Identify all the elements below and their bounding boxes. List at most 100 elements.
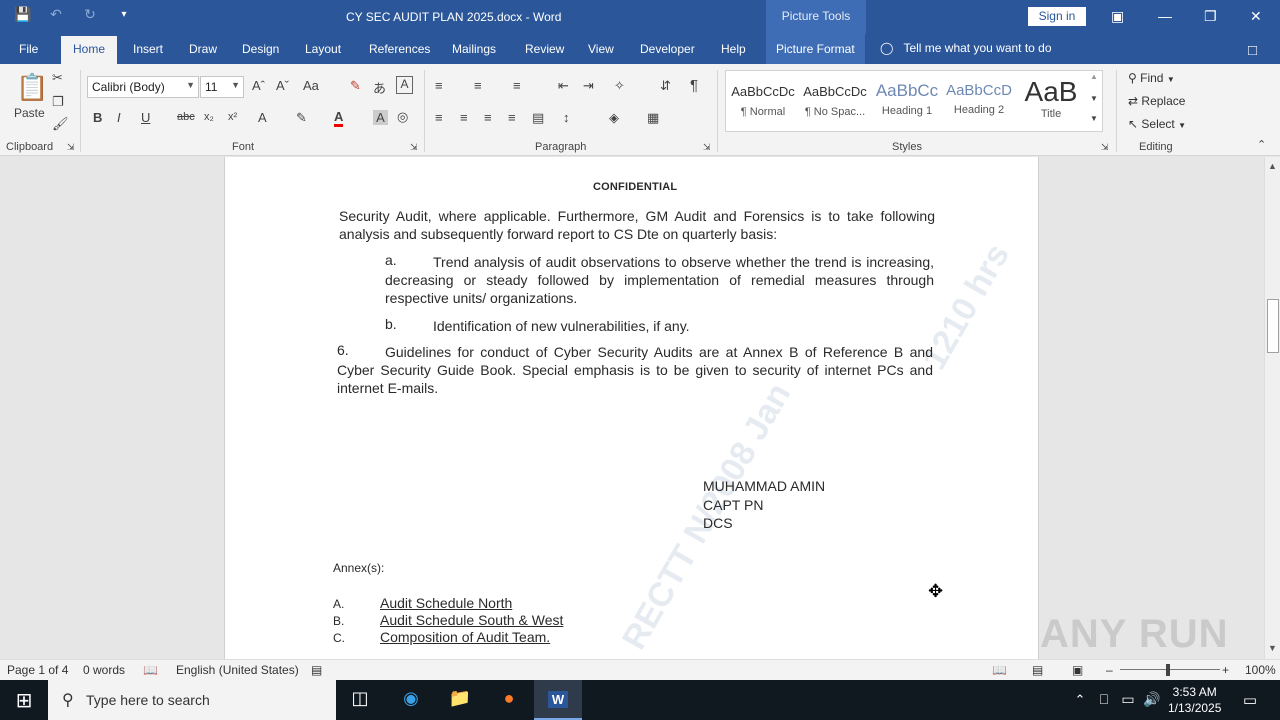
- taskbar-clock[interactable]: 3:53 AM 1/13/2025: [1168, 684, 1221, 716]
- justify-icon[interactable]: ≡: [508, 110, 516, 125]
- page-count[interactable]: Page 1 of 4: [7, 663, 68, 677]
- styles-more-icon[interactable]: ▼: [1090, 114, 1098, 123]
- comments-icon[interactable]: □: [1248, 42, 1257, 59]
- bold-icon[interactable]: B: [93, 110, 102, 125]
- numbering-icon[interactable]: ≡: [474, 78, 482, 93]
- sign-in-button[interactable]: Sign in: [1028, 7, 1086, 26]
- windows-start-icon[interactable]: ⊞: [10, 688, 38, 713]
- web-layout-icon[interactable]: ▣: [1072, 663, 1083, 677]
- align-right-icon[interactable]: ≡: [484, 110, 492, 125]
- decrease-indent-icon[interactable]: ⇤: [558, 78, 569, 94]
- shrink-font-icon[interactable]: Aˇ: [276, 78, 289, 93]
- scrollbar-thumb[interactable]: [1267, 299, 1279, 353]
- subscript-icon[interactable]: x₂: [204, 111, 214, 123]
- select-button[interactable]: ↖ Select ▼: [1128, 117, 1186, 131]
- vertical-scrollbar[interactable]: ▲ ▼: [1264, 157, 1280, 659]
- character-shading-icon[interactable]: A: [373, 110, 388, 125]
- collapse-ribbon-icon[interactable]: ⌃: [1257, 138, 1266, 151]
- close-button[interactable]: ✕: [1250, 8, 1262, 25]
- font-size-combo[interactable]: 11 ▼: [200, 76, 244, 98]
- proofing-icon[interactable]: 📖: [143, 663, 158, 677]
- grow-font-icon[interactable]: Aˆ: [252, 78, 265, 93]
- customize-qat-icon[interactable]: ▾: [116, 9, 132, 20]
- align-center-icon[interactable]: ≡: [460, 110, 468, 125]
- tab-view[interactable]: View: [588, 42, 614, 56]
- zoom-level[interactable]: 100%: [1245, 663, 1276, 677]
- tab-references[interactable]: References: [369, 42, 430, 56]
- scroll-up-icon[interactable]: ▲: [1268, 161, 1277, 171]
- text-effects-icon[interactable]: A: [258, 110, 267, 125]
- show-formatting-icon[interactable]: ¶: [690, 77, 698, 94]
- multilevel-list-icon[interactable]: ≡: [513, 78, 521, 93]
- undo-icon[interactable]: ↶: [48, 6, 64, 23]
- distributed-icon[interactable]: ▤: [532, 110, 544, 126]
- word-taskbar-icon[interactable]: W: [534, 680, 582, 720]
- redo-icon[interactable]: ↻: [82, 6, 98, 23]
- underline-icon[interactable]: U: [141, 110, 150, 125]
- style-no-spacing[interactable]: AaBbCcDc ¶ No Spac...: [801, 76, 869, 126]
- enclose-characters-icon[interactable]: ◎: [397, 109, 408, 125]
- document-page[interactable]: RECTT N/2008 Jan 1210 hrs CONFIDENTIAL S…: [224, 157, 1039, 659]
- print-layout-icon[interactable]: ▤: [1032, 663, 1043, 677]
- restore-button[interactable]: ❐: [1204, 8, 1217, 25]
- zoom-slider-thumb[interactable]: [1166, 664, 1170, 676]
- tab-developer[interactable]: Developer: [640, 42, 695, 56]
- styles-launcher-icon[interactable]: ⇲: [1101, 142, 1109, 153]
- notifications-icon[interactable]: ▭: [1236, 691, 1264, 709]
- font-launcher-icon[interactable]: ⇲: [410, 142, 418, 153]
- tab-file[interactable]: File: [19, 42, 38, 56]
- tab-picture-format[interactable]: Picture Format: [766, 34, 865, 64]
- italic-icon[interactable]: I: [117, 110, 121, 125]
- clipboard-launcher-icon[interactable]: ⇲: [67, 142, 75, 153]
- replace-button[interactable]: ⇄ Replace: [1128, 94, 1185, 108]
- change-case-icon[interactable]: Aa: [303, 78, 319, 93]
- bullets-icon[interactable]: ≡: [435, 78, 443, 93]
- format-painter-icon[interactable]: 🖌: [52, 116, 69, 132]
- read-mode-icon[interactable]: 📖: [992, 663, 1007, 677]
- volume-icon[interactable]: 🔊: [1138, 691, 1166, 708]
- style-heading-2[interactable]: AaBbCcD Heading 2: [945, 76, 1013, 126]
- tab-review[interactable]: Review: [525, 42, 564, 56]
- scroll-down-icon[interactable]: ▼: [1268, 643, 1277, 653]
- shading-icon[interactable]: ◈: [609, 110, 619, 126]
- taskbar-search[interactable]: ⚲ Type here to search: [48, 680, 336, 720]
- style-normal[interactable]: AaBbCcDc ¶ Normal: [729, 76, 797, 126]
- superscript-icon[interactable]: x²: [228, 111, 237, 123]
- font-name-combo[interactable]: Calibri (Body) ▼: [87, 76, 199, 98]
- paste-button[interactable]: Paste: [14, 106, 45, 120]
- strikethrough-icon[interactable]: abc: [177, 111, 195, 123]
- styles-scroll-down-icon[interactable]: ▼: [1090, 94, 1098, 103]
- macro-record-icon[interactable]: ▤: [311, 663, 322, 677]
- style-title[interactable]: AaB Title: [1017, 76, 1085, 126]
- line-spacing-icon[interactable]: ↕: [563, 110, 570, 125]
- language-indicator[interactable]: English (United States): [176, 663, 299, 677]
- zoom-slider[interactable]: [1120, 669, 1220, 670]
- clear-formatting-icon[interactable]: ✎: [350, 78, 361, 94]
- highlight-icon[interactable]: ✎: [296, 110, 307, 126]
- find-button[interactable]: ⚲ Find ▼: [1128, 71, 1175, 85]
- cut-icon[interactable]: ✂: [52, 70, 63, 86]
- copy-icon[interactable]: ❐: [52, 94, 64, 110]
- word-count[interactable]: 0 words: [83, 663, 125, 677]
- sort-icon[interactable]: ⇵: [660, 78, 671, 94]
- zoom-out-icon[interactable]: –: [1106, 663, 1113, 677]
- increase-indent-icon[interactable]: ⇥: [583, 78, 594, 94]
- tab-layout[interactable]: Layout: [305, 42, 341, 56]
- tab-draw[interactable]: Draw: [189, 42, 217, 56]
- character-border-icon[interactable]: A: [396, 76, 413, 94]
- styles-scroll-up-icon[interactable]: ▲: [1090, 72, 1098, 81]
- font-color-icon[interactable]: A: [334, 109, 344, 127]
- tab-help[interactable]: Help: [721, 42, 746, 56]
- task-view-icon[interactable]: ◫: [346, 688, 374, 709]
- paragraph-launcher-icon[interactable]: ⇲: [703, 142, 711, 153]
- tab-mailings[interactable]: Mailings: [452, 42, 496, 56]
- file-explorer-icon[interactable]: 📁: [446, 688, 474, 709]
- borders-icon[interactable]: ▦: [647, 110, 659, 126]
- ribbon-display-options-icon[interactable]: ▣: [1111, 8, 1124, 25]
- tab-home[interactable]: Home: [61, 36, 118, 64]
- minimize-button[interactable]: —: [1158, 8, 1172, 24]
- phonetic-guide-icon[interactable]: あ: [373, 78, 386, 97]
- edge-icon[interactable]: ◉: [397, 688, 425, 709]
- document-area[interactable]: RECTT N/2008 Jan 1210 hrs CONFIDENTIAL S…: [0, 157, 1264, 659]
- tell-me-search[interactable]: ◯ Tell me what you want to do: [880, 41, 1052, 55]
